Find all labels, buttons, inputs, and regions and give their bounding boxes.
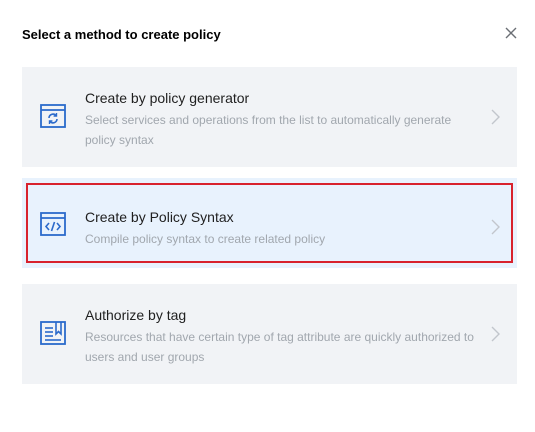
option-title: Create by policy generator (85, 90, 250, 106)
tag-document-icon (39, 319, 67, 347)
option-description: Compile policy syntax to create related … (85, 232, 326, 246)
option-policy-syntax[interactable]: Create by Policy Syntax Compile policy s… (22, 178, 517, 268)
chevron-right-icon (489, 325, 501, 343)
close-button[interactable] (500, 22, 522, 44)
chevron-right-icon (489, 108, 501, 126)
option-policy-generator[interactable]: Create by policy generator Select servic… (22, 67, 517, 167)
chevron-right-icon (489, 218, 501, 236)
option-description: Resources that have certain type of tag … (85, 330, 474, 364)
close-icon (505, 27, 517, 39)
dialog-title: Select a method to create policy (22, 27, 221, 42)
option-authorize-by-tag[interactable]: Authorize by tag Resources that have cer… (22, 284, 517, 384)
policy-generator-icon (39, 102, 67, 130)
code-icon (39, 210, 67, 238)
option-title: Authorize by tag (85, 307, 187, 323)
option-title: Create by Policy Syntax (85, 209, 234, 225)
option-description: Select services and operations from the … (85, 113, 452, 147)
